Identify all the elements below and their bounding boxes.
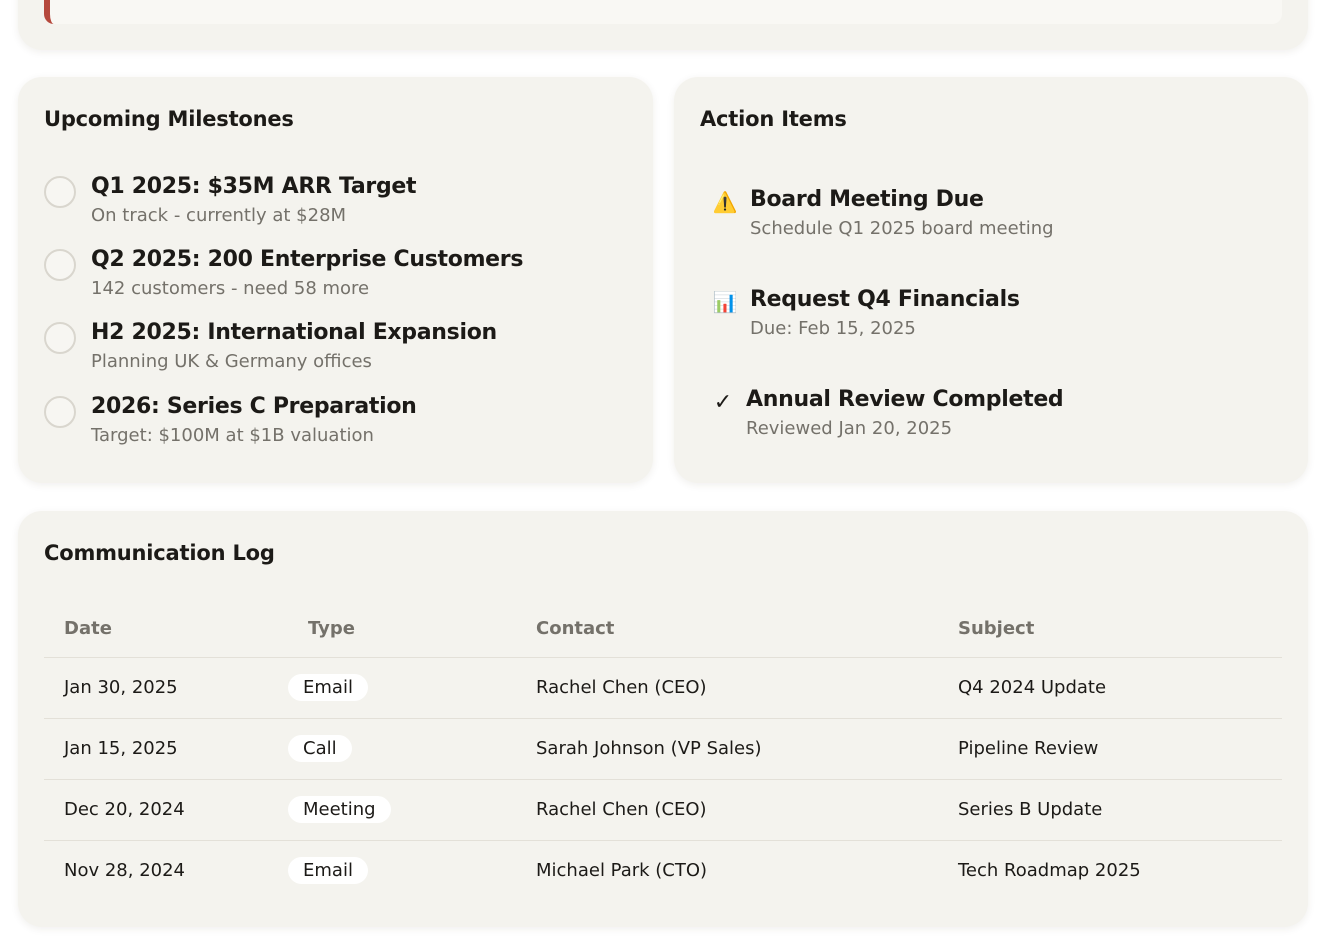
action-title: Annual Review Completed — [746, 387, 1064, 412]
communication-table: Date Type Contact Subject Jan 30, 2025 E… — [44, 601, 1282, 901]
cell-date: Dec 20, 2024 — [44, 779, 288, 841]
cell-date: Jan 15, 2025 — [44, 718, 288, 780]
action-items-card: Action Items ⚠️ Board Meeting Due Schedu… — [674, 77, 1308, 483]
cell-type: Call — [288, 718, 516, 780]
milestones-title: Upcoming Milestones — [44, 107, 294, 131]
milestone-subtitle: On track - currently at $28M — [91, 205, 347, 226]
action-items-title: Action Items — [700, 107, 847, 131]
cell-contact: Sarah Johnson (VP Sales) — [516, 718, 938, 780]
table-row[interactable]: Dec 20, 2024 Meeting Rachel Chen (CEO) S… — [44, 779, 1282, 841]
milestone-checkbox[interactable] — [44, 322, 76, 354]
table-row[interactable]: Jan 30, 2025 Email Rachel Chen (CEO) Q4 … — [44, 657, 1282, 719]
type-badge: Email — [288, 674, 368, 701]
milestone-checkbox[interactable] — [44, 249, 76, 281]
milestone-subtitle: 142 customers - need 58 more — [91, 278, 370, 299]
cell-type: Email — [288, 840, 516, 901]
table-row[interactable]: Nov 28, 2024 Email Michael Park (CTO) Te… — [44, 840, 1282, 901]
milestone-title: Q1 2025: $35M ARR Target — [91, 174, 417, 199]
milestone-checkbox[interactable] — [44, 396, 76, 428]
cell-subject: Pipeline Review — [938, 718, 1282, 780]
table-row[interactable]: Jan 15, 2025 Call Sarah Johnson (VP Sale… — [44, 718, 1282, 780]
cell-type: Meeting — [288, 779, 516, 841]
action-title: Board Meeting Due — [750, 187, 984, 212]
milestone-title: 2026: Series C Preparation — [91, 394, 417, 419]
cell-subject: Q4 2024 Update — [938, 657, 1282, 719]
cell-type: Email — [288, 657, 516, 719]
column-header-contact[interactable]: Contact — [516, 601, 938, 658]
bar-chart-icon: 📊 — [712, 290, 738, 314]
communication-log-title: Communication Log — [44, 541, 275, 565]
column-header-date[interactable]: Date — [44, 601, 288, 658]
table-header-row: Date Type Contact Subject — [44, 601, 1282, 658]
cell-date: Nov 28, 2024 — [64, 860, 186, 882]
type-badge: Call — [288, 735, 352, 762]
action-title: Request Q4 Financials — [750, 287, 1020, 312]
warning-icon: ⚠️ — [712, 190, 738, 214]
column-header-subject[interactable]: Subject — [938, 601, 1282, 658]
checkmark-icon: ✓ — [713, 389, 733, 415]
communication-log-card: Communication Log Date Type Contact Subj… — [18, 511, 1308, 927]
column-header-type[interactable]: Type — [288, 601, 516, 658]
milestone-title: Q2 2025: 200 Enterprise Customers — [91, 247, 524, 272]
type-badge: Meeting — [288, 796, 391, 823]
milestone-subtitle: Target: $100M at $1B valuation — [91, 425, 374, 446]
action-subtitle: Due: Feb 15, 2025 — [750, 318, 916, 339]
cell-subject: Tech Roadmap 2025 — [958, 860, 1141, 882]
cell-contact: Michael Park (CTO) — [536, 860, 708, 882]
milestone-title: H2 2025: International Expansion — [91, 320, 497, 345]
action-subtitle: Schedule Q1 2025 board meeting — [750, 218, 1054, 239]
cell-contact: Rachel Chen (CEO) — [516, 779, 938, 841]
alert-card — [18, 0, 1308, 50]
cell-subject: Series B Update — [938, 779, 1282, 841]
cell-date: Jan 30, 2025 — [44, 657, 288, 719]
cell-contact: Rachel Chen (CEO) — [516, 657, 938, 719]
milestone-subtitle: Planning UK & Germany offices — [91, 351, 372, 372]
milestones-card: Upcoming Milestones Q1 2025: $35M ARR Ta… — [18, 77, 653, 483]
action-subtitle: Reviewed Jan 20, 2025 — [746, 418, 953, 439]
type-badge: Email — [288, 857, 368, 885]
milestone-checkbox[interactable] — [44, 176, 76, 208]
alert-banner — [44, 0, 1282, 24]
